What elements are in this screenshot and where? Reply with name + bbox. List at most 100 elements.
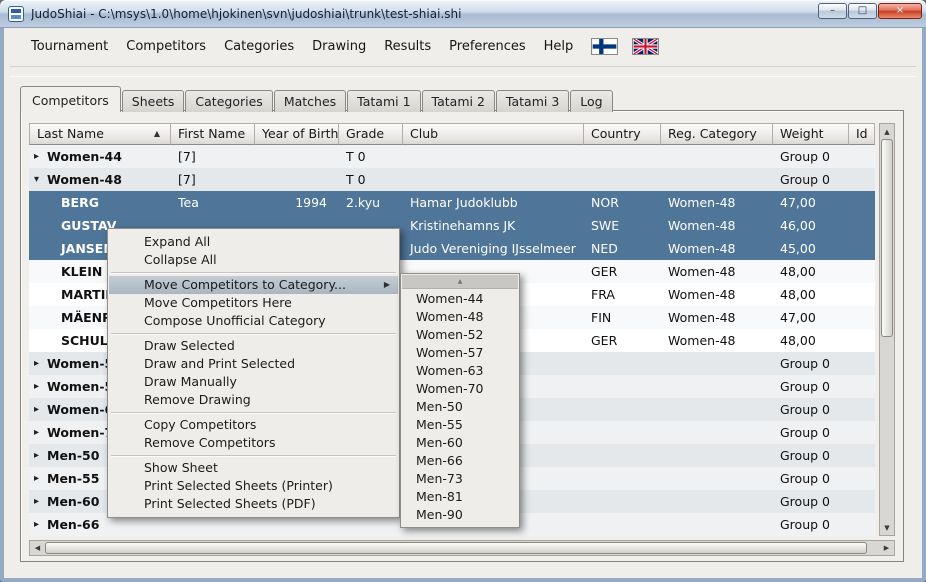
context-menu-item-draw-selected[interactable]: Draw Selected xyxy=(109,337,398,355)
expander-expanded-icon[interactable]: ▾ xyxy=(34,168,47,191)
tab-tatami-3[interactable]: Tatami 3 xyxy=(496,90,569,112)
language-flags xyxy=(592,39,658,54)
column-header-reg-category[interactable]: Reg. Category xyxy=(661,123,773,145)
menubar-item-drawing[interactable]: Drawing xyxy=(303,35,375,58)
submenu-item-men-81[interactable]: Men-81 xyxy=(402,488,518,506)
category-row[interactable]: ▸Women-44[7]T 0Group 0 xyxy=(29,145,875,168)
table-cell xyxy=(849,375,875,398)
column-header-last-name[interactable]: Last Name▲ xyxy=(29,123,171,145)
expander-collapsed-icon[interactable]: ▸ xyxy=(34,513,47,536)
submenu-item-women-63[interactable]: Women-63 xyxy=(402,362,518,380)
table-cell xyxy=(849,421,875,444)
table-cell xyxy=(661,145,773,168)
expander-collapsed-icon[interactable]: ▸ xyxy=(34,398,47,421)
column-header-grade[interactable]: Grade xyxy=(339,123,403,145)
tab-tatami-2[interactable]: Tatami 2 xyxy=(422,90,495,112)
table-cell: NED xyxy=(584,237,661,260)
category-row[interactable]: ▾Women-48[7]T 0Group 0 xyxy=(29,168,875,191)
submenu-item-women-70[interactable]: Women-70 xyxy=(402,380,518,398)
category-label: Women-5 xyxy=(47,352,113,375)
tab-tatami-1[interactable]: Tatami 1 xyxy=(347,90,420,112)
submenu-item-men-66[interactable]: Men-66 xyxy=(402,452,518,470)
vertical-scrollbar-thumb[interactable] xyxy=(881,139,893,337)
table-cell: Women-48 xyxy=(661,191,773,214)
menubar-item-competitors[interactable]: Competitors xyxy=(117,35,215,58)
tab-competitors[interactable]: Competitors xyxy=(20,86,121,112)
horizontal-scrollbar[interactable]: ◀ ▶ xyxy=(29,540,895,556)
submenu-item-men-55[interactable]: Men-55 xyxy=(402,416,518,434)
context-menu-item-expand-all[interactable]: Expand All xyxy=(109,233,398,251)
context-menu-item-remove-drawing[interactable]: Remove Drawing xyxy=(109,391,398,409)
submenu-item-women-57[interactable]: Women-57 xyxy=(402,344,518,362)
column-header-id[interactable]: Id xyxy=(849,123,875,145)
table-cell xyxy=(849,260,875,283)
context-menu-item-print-selected-sheets-pdf[interactable]: Print Selected Sheets (PDF) xyxy=(109,495,398,513)
column-header-label: Year of Birth xyxy=(262,126,338,141)
tab-log[interactable]: Log xyxy=(570,90,612,112)
expander-collapsed-icon[interactable]: ▸ xyxy=(34,145,47,168)
submenu-item-women-48[interactable]: Women-48 xyxy=(402,308,518,326)
context-menu-item-compose-unofficial-category[interactable]: Compose Unofficial Category xyxy=(109,312,398,330)
horizontal-scrollbar-thumb[interactable] xyxy=(45,542,867,554)
menubar-item-help[interactable]: Help xyxy=(535,35,583,58)
menu-item-label: Copy Competitors xyxy=(144,417,256,432)
submenu-item-men-73[interactable]: Men-73 xyxy=(402,470,518,488)
scroll-left-icon[interactable]: ◀ xyxy=(31,541,44,555)
vertical-scrollbar[interactable]: ▲ ▼ xyxy=(879,123,895,536)
menubar-item-categories[interactable]: Categories xyxy=(215,35,303,58)
menu-separator xyxy=(111,412,396,413)
context-menu-item-collapse-all[interactable]: Collapse All xyxy=(109,251,398,269)
category-label: Women-6 xyxy=(47,398,113,421)
tab-matches[interactable]: Matches xyxy=(274,90,346,112)
titlebar[interactable]: JudoShiai - C:\msys\1.0\home\hjokinen\sv… xyxy=(0,0,926,28)
table-cell: 48,00 xyxy=(773,260,849,283)
scroll-down-icon[interactable]: ▼ xyxy=(880,521,894,534)
table-cell: 48,00 xyxy=(773,283,849,306)
submenu-item-men-90[interactable]: Men-90 xyxy=(402,506,518,524)
menubar-item-preferences[interactable]: Preferences xyxy=(440,35,534,58)
column-header-year-of-birth[interactable]: Year of Birth xyxy=(255,123,339,145)
maximize-button[interactable]: □ xyxy=(848,3,877,19)
table-cell xyxy=(403,145,584,168)
submenu-item-women-44[interactable]: Women-44 xyxy=(402,290,518,308)
expander-collapsed-icon[interactable]: ▸ xyxy=(34,467,47,490)
context-menu-item-copy-competitors[interactable]: Copy Competitors xyxy=(109,416,398,434)
uk-flag-icon[interactable] xyxy=(633,39,658,54)
scroll-right-icon[interactable]: ▶ xyxy=(880,541,893,555)
menu-separator xyxy=(111,272,396,273)
category-label: Men-55 xyxy=(47,467,99,490)
menubar-item-results[interactable]: Results xyxy=(375,35,440,58)
context-menu-item-move-competitors-to-category[interactable]: Move Competitors to Category...▶ xyxy=(109,276,398,294)
table-cell: 47,00 xyxy=(773,191,849,214)
context-menu-item-print-selected-sheets-printer[interactable]: Print Selected Sheets (Printer) xyxy=(109,477,398,495)
expander-collapsed-icon[interactable]: ▸ xyxy=(34,421,47,444)
tab-categories[interactable]: Categories xyxy=(185,90,272,112)
column-header-club[interactable]: Club xyxy=(403,123,584,145)
expander-collapsed-icon[interactable]: ▸ xyxy=(34,352,47,375)
submenu-item-men-60[interactable]: Men-60 xyxy=(402,434,518,452)
context-menu-item-remove-competitors[interactable]: Remove Competitors xyxy=(109,434,398,452)
column-header-weight[interactable]: Weight xyxy=(773,123,849,145)
minimize-button[interactable]: – xyxy=(818,3,847,19)
submenu-item-women-52[interactable]: Women-52 xyxy=(402,326,518,344)
expander-collapsed-icon[interactable]: ▸ xyxy=(34,444,47,467)
context-menu-item-draw-and-print-selected[interactable]: Draw and Print Selected xyxy=(109,355,398,373)
context-menu-item-draw-manually[interactable]: Draw Manually xyxy=(109,373,398,391)
submenu-item-men-50[interactable]: Men-50 xyxy=(402,398,518,416)
table-cell xyxy=(661,444,773,467)
expander-collapsed-icon[interactable]: ▸ xyxy=(34,490,47,513)
scroll-up-icon[interactable]: ▲ xyxy=(880,125,894,138)
close-button[interactable]: × xyxy=(878,3,922,19)
column-header-first-name[interactable]: First Name xyxy=(171,123,255,145)
competitor-row[interactable]: BERGTea19942.kyuHamar JudoklubbNORWomen-… xyxy=(29,191,875,214)
context-menu-item-show-sheet[interactable]: Show Sheet xyxy=(109,459,398,477)
tab-bar: CompetitorsSheetsCategoriesMatchesTatami… xyxy=(20,83,614,111)
finnish-flag-icon[interactable] xyxy=(592,39,617,54)
submenu-scroll-up-icon: ▲ xyxy=(402,275,518,289)
context-menu-item-move-competitors-here[interactable]: Move Competitors Here xyxy=(109,294,398,312)
menubar-item-tournament[interactable]: Tournament xyxy=(22,35,117,58)
tab-sheets[interactable]: Sheets xyxy=(122,90,185,112)
table-cell xyxy=(584,398,661,421)
expander-collapsed-icon[interactable]: ▸ xyxy=(34,375,47,398)
column-header-country[interactable]: Country xyxy=(584,123,661,145)
